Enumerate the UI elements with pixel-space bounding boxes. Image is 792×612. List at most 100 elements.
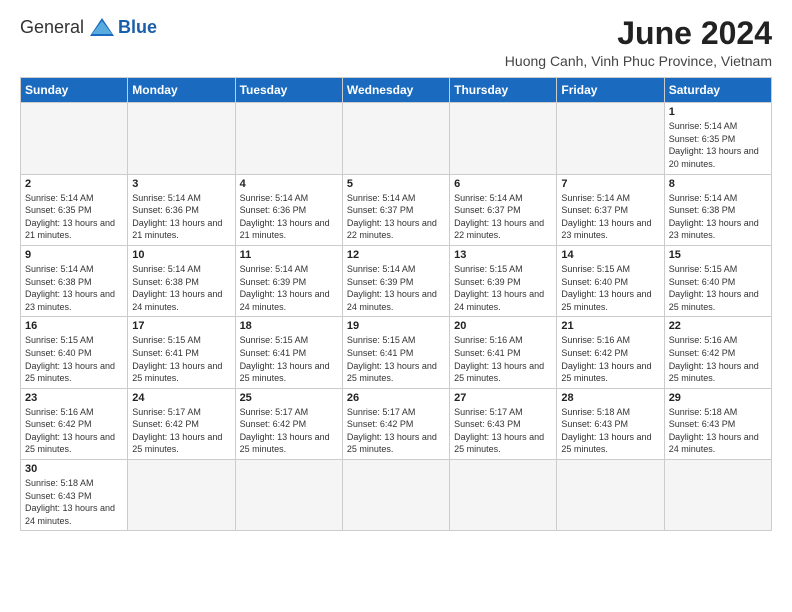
calendar-cell: 28 Sunrise: 5:18 AM Sunset: 6:43 PM Dayli…: [557, 388, 664, 459]
cell-sun-info: Sunrise: 5:17 AM Sunset: 6:42 PM Dayligh…: [347, 406, 445, 456]
calendar-cell: 5Sunrise: 5:14 AM Sunset: 6:37 PM Daylig…: [342, 174, 449, 245]
week-row-6: 30Sunrise: 5:18 AM Sunset: 6:43 PM Dayli…: [21, 460, 772, 531]
title-area: June 2024 Huong Canh, Vinh Phuc Province…: [505, 16, 772, 69]
calendar-cell: 19 Sunrise: 5:15 AM Sunset: 6:41 PM Dayli…: [342, 317, 449, 388]
day-number: 1: [669, 106, 767, 118]
logo: General Blue: [20, 16, 157, 38]
calendar-cell: [128, 460, 235, 531]
calendar-cell: 3 Sunrise: 5:14 AM Sunset: 6:36 PM Daylig…: [128, 174, 235, 245]
cell-sun-info: Sunrise: 5:16 AM Sunset: 6:42 PM Dayligh…: [25, 406, 123, 456]
calendar-cell: 26 Sunrise: 5:17 AM Sunset: 6:42 PM Dayli…: [342, 388, 449, 459]
logo-general-text: General: [20, 17, 84, 38]
calendar-cell: [235, 460, 342, 531]
day-number: 28: [561, 392, 659, 404]
cell-sun-info: Sunrise: 5:18 AM Sunset: 6:43 PM Dayligh…: [669, 406, 767, 456]
day-headers-row: SundayMondayTuesdayWednesdayThursdayFrid…: [21, 78, 772, 103]
column-header-friday: Friday: [557, 78, 664, 103]
cell-sun-info: Sunrise: 5:17 AM Sunset: 6:43 PM Dayligh…: [454, 406, 552, 456]
day-number: 9: [25, 249, 123, 261]
column-header-sunday: Sunday: [21, 78, 128, 103]
calendar-cell: 16Sunrise: 5:15 AM Sunset: 6:40 PM Dayli…: [21, 317, 128, 388]
day-number: 25: [240, 392, 338, 404]
column-header-saturday: Saturday: [664, 78, 771, 103]
cell-sun-info: Sunrise: 5:14 AM Sunset: 6:35 PM Dayligh…: [25, 192, 123, 242]
column-header-wednesday: Wednesday: [342, 78, 449, 103]
column-header-monday: Monday: [128, 78, 235, 103]
day-number: 6: [454, 178, 552, 190]
calendar-cell: 20 Sunrise: 5:16 AM Sunset: 6:41 PM Dayli…: [450, 317, 557, 388]
calendar-cell: 25 Sunrise: 5:17 AM Sunset: 6:42 PM Dayli…: [235, 388, 342, 459]
cell-sun-info: Sunrise: 5:15 AM Sunset: 6:39 PM Dayligh…: [454, 263, 552, 313]
calendar-cell: 2 Sunrise: 5:14 AM Sunset: 6:35 PM Daylig…: [21, 174, 128, 245]
cell-sun-info: Sunrise: 5:14 AM Sunset: 6:37 PM Dayligh…: [561, 192, 659, 242]
cell-sun-info: Sunrise: 5:16 AM Sunset: 6:41 PM Dayligh…: [454, 334, 552, 384]
day-number: 19: [347, 320, 445, 332]
day-number: 2: [25, 178, 123, 190]
column-header-thursday: Thursday: [450, 78, 557, 103]
logo-blue-text: Blue: [118, 17, 157, 38]
cell-sun-info: Sunrise: 5:14 AM Sunset: 6:36 PM Dayligh…: [132, 192, 230, 242]
calendar-cell: 15 Sunrise: 5:15 AM Sunset: 6:40 PM Dayli…: [664, 245, 771, 316]
day-number: 7: [561, 178, 659, 190]
location: Huong Canh, Vinh Phuc Province, Vietnam: [505, 53, 772, 69]
calendar-cell: 17 Sunrise: 5:15 AM Sunset: 6:41 PM Dayli…: [128, 317, 235, 388]
day-number: 24: [132, 392, 230, 404]
cell-sun-info: Sunrise: 5:17 AM Sunset: 6:42 PM Dayligh…: [240, 406, 338, 456]
day-number: 23: [25, 392, 123, 404]
cell-sun-info: Sunrise: 5:15 AM Sunset: 6:40 PM Dayligh…: [669, 263, 767, 313]
month-title: June 2024: [505, 16, 772, 51]
calendar-cell: 11 Sunrise: 5:14 AM Sunset: 6:39 PM Dayli…: [235, 245, 342, 316]
day-number: 3: [132, 178, 230, 190]
calendar-cell: 10Sunrise: 5:14 AM Sunset: 6:38 PM Dayli…: [128, 245, 235, 316]
day-number: 14: [561, 249, 659, 261]
cell-sun-info: Sunrise: 5:16 AM Sunset: 6:42 PM Dayligh…: [561, 334, 659, 384]
cell-sun-info: Sunrise: 5:18 AM Sunset: 6:43 PM Dayligh…: [561, 406, 659, 456]
day-number: 11: [240, 249, 338, 261]
calendar-cell: 27 Sunrise: 5:17 AM Sunset: 6:43 PM Dayli…: [450, 388, 557, 459]
calendar-cell: 21Sunrise: 5:16 AM Sunset: 6:42 PM Dayli…: [557, 317, 664, 388]
cell-sun-info: Sunrise: 5:14 AM Sunset: 6:38 PM Dayligh…: [132, 263, 230, 313]
calendar-cell: [21, 103, 128, 174]
calendar-cell: [557, 460, 664, 531]
calendar-cell: 30Sunrise: 5:18 AM Sunset: 6:43 PM Dayli…: [21, 460, 128, 531]
day-number: 12: [347, 249, 445, 261]
calendar-cell: 23 Sunrise: 5:16 AM Sunset: 6:42 PM Dayli…: [21, 388, 128, 459]
cell-sun-info: Sunrise: 5:14 AM Sunset: 6:39 PM Dayligh…: [240, 263, 338, 313]
week-row-3: 9 Sunrise: 5:14 AM Sunset: 6:38 PM Daylig…: [21, 245, 772, 316]
day-number: 8: [669, 178, 767, 190]
calendar-cell: [128, 103, 235, 174]
calendar-cell: 24 Sunrise: 5:17 AM Sunset: 6:42 PM Dayli…: [128, 388, 235, 459]
day-number: 18: [240, 320, 338, 332]
cell-sun-info: Sunrise: 5:14 AM Sunset: 6:37 PM Dayligh…: [347, 192, 445, 242]
calendar-cell: [450, 460, 557, 531]
calendar-cell: [557, 103, 664, 174]
calendar-cell: [450, 103, 557, 174]
cell-sun-info: Sunrise: 5:15 AM Sunset: 6:41 PM Dayligh…: [132, 334, 230, 384]
calendar-cell: 12 Sunrise: 5:14 AM Sunset: 6:39 PM Dayli…: [342, 245, 449, 316]
cell-sun-info: Sunrise: 5:15 AM Sunset: 6:41 PM Dayligh…: [240, 334, 338, 384]
calendar-cell: 14Sunrise: 5:15 AM Sunset: 6:40 PM Dayli…: [557, 245, 664, 316]
cell-sun-info: Sunrise: 5:14 AM Sunset: 6:38 PM Dayligh…: [669, 192, 767, 242]
day-number: 15: [669, 249, 767, 261]
cell-sun-info: Sunrise: 5:15 AM Sunset: 6:41 PM Dayligh…: [347, 334, 445, 384]
calendar-cell: 18 Sunrise: 5:15 AM Sunset: 6:41 PM Dayli…: [235, 317, 342, 388]
cell-sun-info: Sunrise: 5:14 AM Sunset: 6:39 PM Dayligh…: [347, 263, 445, 313]
cell-sun-info: Sunrise: 5:14 AM Sunset: 6:36 PM Dayligh…: [240, 192, 338, 242]
calendar-cell: [664, 460, 771, 531]
week-row-4: 16Sunrise: 5:15 AM Sunset: 6:40 PM Dayli…: [21, 317, 772, 388]
day-number: 27: [454, 392, 552, 404]
cell-sun-info: Sunrise: 5:17 AM Sunset: 6:42 PM Dayligh…: [132, 406, 230, 456]
day-number: 17: [132, 320, 230, 332]
day-number: 20: [454, 320, 552, 332]
day-number: 26: [347, 392, 445, 404]
day-number: 4: [240, 178, 338, 190]
page: General Blue June 2024 Huong Canh, Vinh …: [0, 0, 792, 541]
week-row-5: 23 Sunrise: 5:16 AM Sunset: 6:42 PM Dayli…: [21, 388, 772, 459]
calendar-cell: 1 Sunrise: 5:14 AM Sunset: 6:35 PM Daylig…: [664, 103, 771, 174]
calendar-cell: 8 Sunrise: 5:14 AM Sunset: 6:38 PM Daylig…: [664, 174, 771, 245]
calendar-cell: 13Sunrise: 5:15 AM Sunset: 6:39 PM Dayli…: [450, 245, 557, 316]
cell-sun-info: Sunrise: 5:14 AM Sunset: 6:35 PM Dayligh…: [669, 120, 767, 170]
calendar-cell: 22Sunrise: 5:16 AM Sunset: 6:42 PM Dayli…: [664, 317, 771, 388]
calendar-cell: [235, 103, 342, 174]
calendar-cell: 4 Sunrise: 5:14 AM Sunset: 6:36 PM Daylig…: [235, 174, 342, 245]
